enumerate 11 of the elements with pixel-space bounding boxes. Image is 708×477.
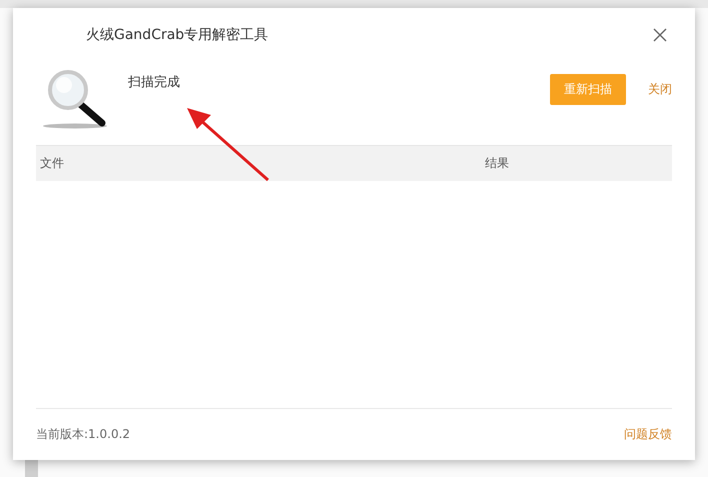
status-text: 扫描完成 [128, 74, 181, 91]
close-button[interactable] [652, 27, 668, 43]
window-title: 火绒GandCrab专用解密工具 [86, 26, 268, 44]
rescan-button[interactable]: 重新扫描 [550, 74, 626, 105]
close-link[interactable]: 关闭 [648, 74, 672, 105]
version-text: 当前版本:1.0.0.2 [36, 426, 130, 443]
magnifier-icon [40, 68, 110, 130]
feedback-link[interactable]: 问题反馈 [624, 426, 672, 443]
column-header: 文件 [39, 155, 65, 172]
column-header: 结果 [484, 155, 510, 172]
scrollbar-thumb[interactable] [25, 460, 38, 477]
